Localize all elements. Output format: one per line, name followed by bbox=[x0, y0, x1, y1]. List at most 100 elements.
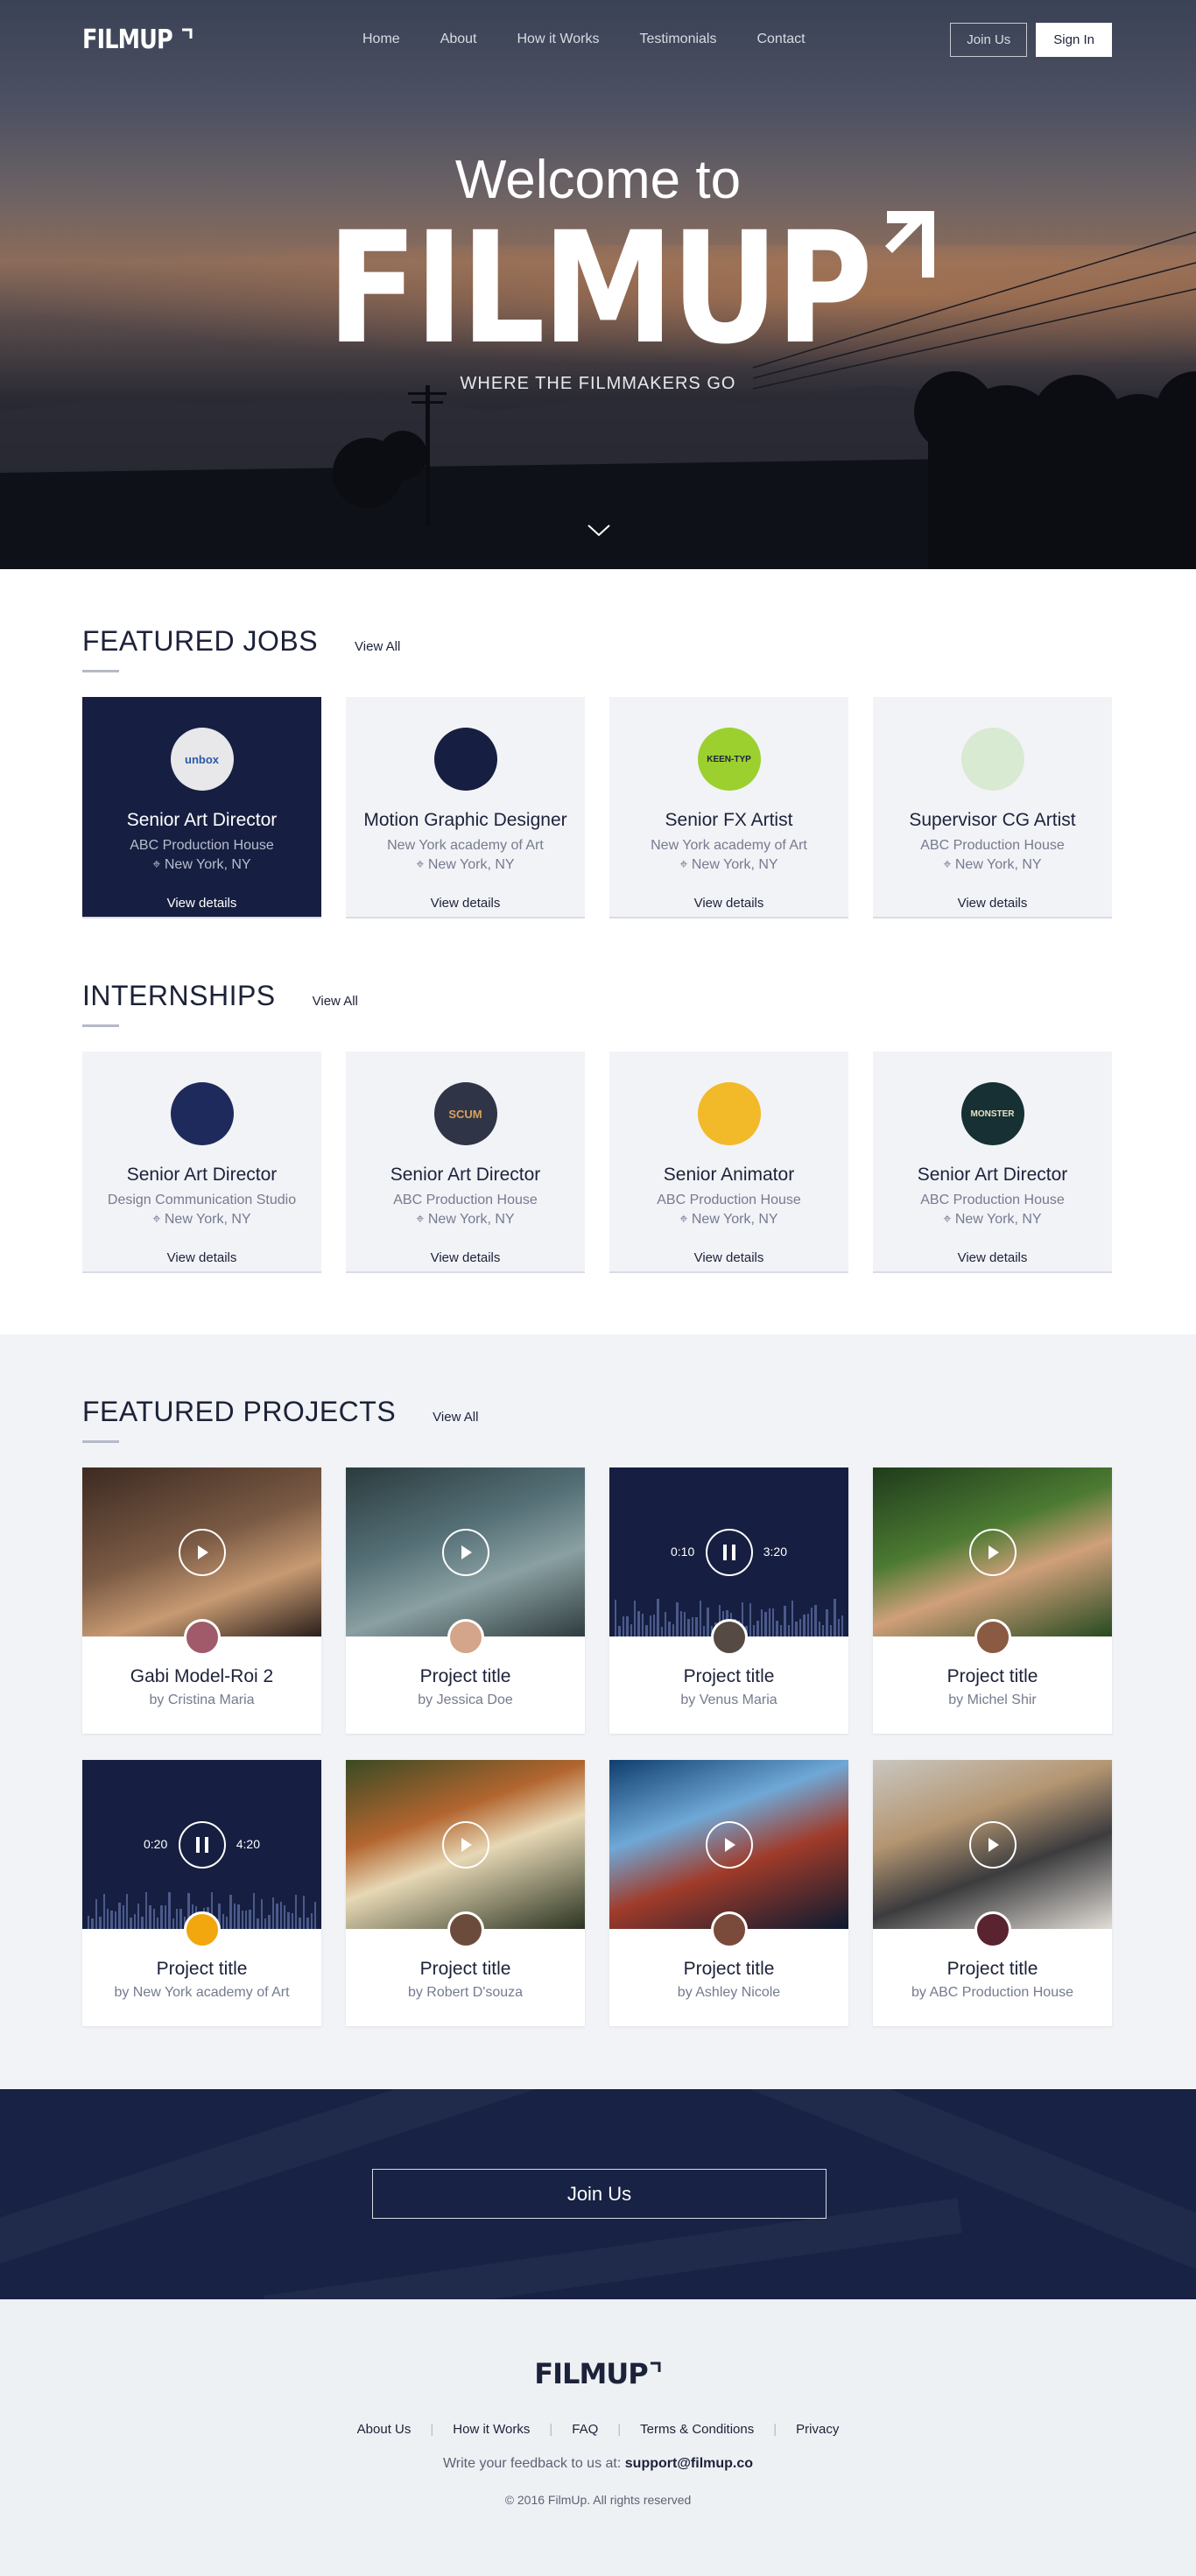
footer-divider: | bbox=[773, 2422, 777, 2437]
project-card[interactable]: Project title by Jessica Doe bbox=[346, 1467, 585, 1734]
join-us-button[interactable]: Join Us bbox=[950, 22, 1028, 57]
project-media[interactable] bbox=[82, 1467, 321, 1636]
audio-duration: 4:20 bbox=[236, 1837, 260, 1851]
project-card[interactable]: Project title by Ashley Nicole bbox=[609, 1760, 848, 2026]
hero-brand-text: FILMUP bbox=[327, 199, 872, 378]
author-avatar[interactable] bbox=[184, 1619, 221, 1656]
waveform-bar bbox=[776, 1621, 778, 1636]
footer-link-faq[interactable]: FAQ bbox=[572, 2422, 598, 2437]
nav-link-home[interactable]: Home bbox=[362, 32, 400, 47]
author-avatar[interactable] bbox=[184, 1911, 221, 1948]
waveform-bar bbox=[110, 1911, 113, 1929]
project-media[interactable] bbox=[873, 1467, 1112, 1636]
view-details-link[interactable]: View details bbox=[609, 1250, 848, 1265]
location-pin-icon: ⌖ bbox=[943, 857, 955, 872]
project-card[interactable]: Project title by ABC Production House bbox=[873, 1760, 1112, 2026]
project-media[interactable] bbox=[609, 1760, 848, 1929]
featured-jobs-view-all-link[interactable]: View All bbox=[355, 639, 400, 654]
waveform-bar bbox=[310, 1913, 313, 1929]
job-card[interactable]: Senior Animator ABC Production House ⌖ New… bbox=[609, 1052, 848, 1271]
company-logo-text: KEEN-TYP bbox=[707, 754, 751, 764]
project-card[interactable]: 0:20 4:20 Project title by New York academy… bbox=[82, 1760, 321, 2026]
author-avatar[interactable] bbox=[974, 1619, 1011, 1656]
internships-view-all-link[interactable]: View All bbox=[313, 994, 358, 1009]
project-media[interactable]: 0:20 4:20 bbox=[82, 1760, 321, 1929]
job-card[interactable]: Motion Graphic Designer New York academy … bbox=[346, 697, 585, 917]
job-card[interactable]: KEEN-TYP Senior FX Artist New York academy… bbox=[609, 697, 848, 917]
footer-link-about-us[interactable]: About Us bbox=[357, 2422, 412, 2437]
footer-link-privacy[interactable]: Privacy bbox=[796, 2422, 839, 2437]
support-email-link[interactable]: support@filmup.co bbox=[625, 2456, 753, 2471]
pause-icon bbox=[723, 1545, 735, 1560]
project-card[interactable]: Gabi Model-Roi 2 by Cristina Maria bbox=[82, 1467, 321, 1734]
job-card[interactable]: MONSTER Senior Art Director ABC Production… bbox=[873, 1052, 1112, 1271]
play-button[interactable] bbox=[706, 1821, 753, 1869]
waveform-bar bbox=[826, 1609, 828, 1636]
waveform-bar bbox=[684, 1612, 686, 1636]
waveform-bar bbox=[157, 1918, 159, 1929]
waveform-bar bbox=[125, 1894, 129, 1929]
nav-link-testimonials[interactable]: Testimonials bbox=[639, 32, 716, 47]
pause-button[interactable] bbox=[706, 1529, 753, 1576]
location-pin-icon: ⌖ bbox=[152, 1212, 165, 1227]
project-media[interactable]: 0:10 3:20 bbox=[609, 1467, 848, 1636]
project-card[interactable]: Project title by Michel Shir bbox=[873, 1467, 1112, 1734]
pause-button[interactable] bbox=[179, 1821, 226, 1869]
project-media[interactable] bbox=[346, 1760, 585, 1929]
project-media[interactable] bbox=[346, 1467, 585, 1636]
job-card[interactable]: SCUM Senior Art Director ABC Production Ho… bbox=[346, 1052, 585, 1271]
join-us-banner-button[interactable]: Join Us bbox=[372, 2169, 827, 2219]
brand-logo[interactable]: FILMUP bbox=[82, 25, 193, 55]
waveform-bar bbox=[314, 1902, 317, 1929]
pause-icon bbox=[196, 1837, 208, 1853]
footer-link-terms[interactable]: Terms & Conditions bbox=[640, 2422, 754, 2437]
job-card[interactable]: Senior Art Director Design Communication … bbox=[82, 1052, 321, 1271]
nav-link-contact[interactable]: Contact bbox=[756, 32, 805, 47]
job-card[interactable]: unbox Senior Art Director ABC Production H… bbox=[82, 697, 321, 917]
view-details-link[interactable]: View details bbox=[873, 896, 1112, 911]
location-pin-icon: ⌖ bbox=[416, 1212, 428, 1227]
view-details-link[interactable]: View details bbox=[82, 1250, 321, 1265]
play-button[interactable] bbox=[969, 1821, 1017, 1869]
author-avatar[interactable] bbox=[711, 1619, 748, 1656]
waveform-bar bbox=[95, 1899, 98, 1929]
author-avatar[interactable] bbox=[711, 1911, 748, 1948]
waveform-bar bbox=[122, 1905, 124, 1929]
project-media[interactable] bbox=[873, 1760, 1112, 1929]
author-avatar[interactable] bbox=[447, 1911, 484, 1948]
job-title: Senior Art Director bbox=[126, 1165, 278, 1185]
view-details-link[interactable]: View details bbox=[609, 896, 848, 911]
job-card[interactable]: Supervisor CG Artist ABC Production House… bbox=[873, 697, 1112, 917]
play-button[interactable] bbox=[179, 1529, 226, 1576]
footer-link-how-it-works[interactable]: How it Works bbox=[453, 2422, 530, 2437]
play-button[interactable] bbox=[442, 1821, 489, 1869]
job-location-text: New York, NY bbox=[954, 1212, 1042, 1227]
project-card[interactable]: 0:10 3:20 Project title by Venus Maria bbox=[609, 1467, 848, 1734]
footer-logo[interactable]: FILMUP bbox=[534, 2357, 661, 2390]
project-card[interactable]: Project title by Robert D'souza bbox=[346, 1760, 585, 2026]
waveform-bar bbox=[276, 1904, 278, 1929]
nav-link-about[interactable]: About bbox=[440, 32, 477, 47]
sign-in-button[interactable]: Sign In bbox=[1036, 22, 1112, 57]
job-company: ABC Production House bbox=[393, 1193, 538, 1207]
brand-logo-arrow-icon bbox=[181, 28, 193, 39]
play-button[interactable] bbox=[969, 1529, 1017, 1576]
view-details-link[interactable]: View details bbox=[873, 1250, 1112, 1265]
nav-link-how-it-works[interactable]: How it Works bbox=[517, 32, 600, 47]
scroll-down-chevron-icon[interactable] bbox=[587, 524, 611, 538]
waveform-bar bbox=[291, 1913, 294, 1929]
view-details-link[interactable]: View details bbox=[82, 896, 321, 911]
waveform-bar bbox=[137, 1904, 140, 1929]
feedback-line: Write your feedback to us at: support@fi… bbox=[0, 2456, 1196, 2472]
waveform-bar bbox=[226, 1917, 229, 1929]
view-details-link[interactable]: View details bbox=[346, 896, 585, 911]
waveform-bar bbox=[799, 1619, 802, 1636]
play-button[interactable] bbox=[442, 1529, 489, 1576]
waveform-bar bbox=[645, 1625, 648, 1636]
view-details-link[interactable]: View details bbox=[346, 1250, 585, 1265]
waveform-bar bbox=[665, 1612, 667, 1636]
featured-projects-view-all-link[interactable]: View All bbox=[433, 1410, 478, 1425]
author-avatar[interactable] bbox=[447, 1619, 484, 1656]
author-avatar[interactable] bbox=[974, 1911, 1011, 1948]
waveform-bar bbox=[168, 1892, 171, 1929]
